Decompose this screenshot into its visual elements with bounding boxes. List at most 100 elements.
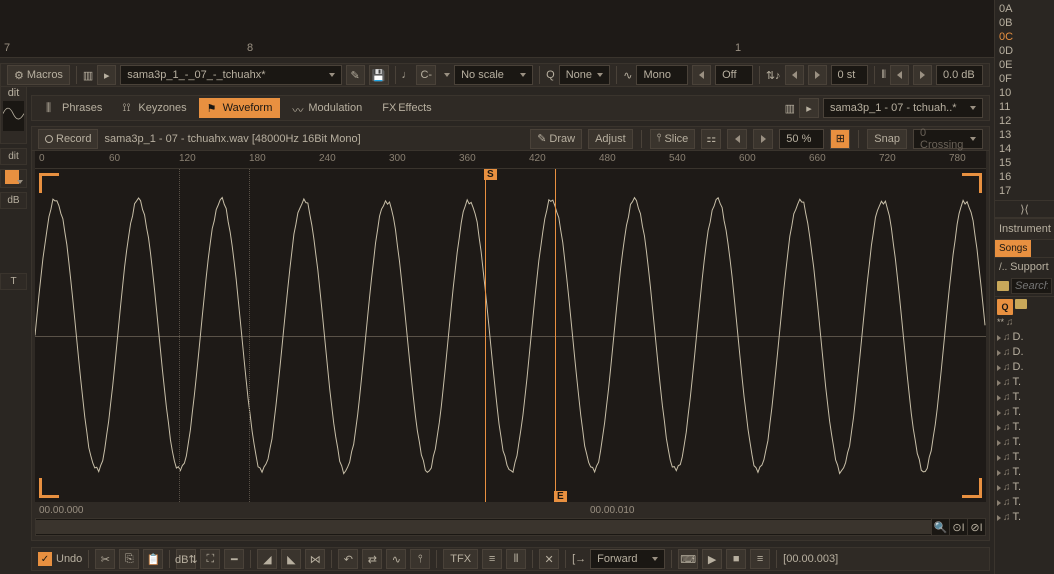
slot-16[interactable]: 16 xyxy=(999,170,1050,184)
zoom-reset-button[interactable]: ⊘I xyxy=(967,519,985,535)
channel-selector[interactable]: Mono xyxy=(636,65,688,85)
slot-15[interactable]: 15 xyxy=(999,156,1050,170)
songs-tab[interactable]: Songs xyxy=(995,240,1031,257)
vol-up-button[interactable] xyxy=(913,65,932,85)
t-button[interactable]: T xyxy=(0,273,27,290)
tfx-button[interactable]: TFX xyxy=(443,549,478,569)
slice-button[interactable]: ⫯Slice xyxy=(650,129,696,149)
pattern-timeline[interactable]: 781 xyxy=(0,0,1054,58)
prev-button[interactable]: ≡ xyxy=(750,549,770,569)
horizontal-scrollbar[interactable]: 🔍 ⊙I ⊘I xyxy=(35,518,986,536)
loop-back-button[interactable]: ↶ xyxy=(338,549,358,569)
collapse-icon[interactable]: ⟩⟨ xyxy=(995,200,1054,218)
normalize-button[interactable]: dB⇅ xyxy=(176,549,196,569)
vol-down-button[interactable] xyxy=(890,65,909,85)
slot-0E[interactable]: 0E xyxy=(999,58,1050,72)
tree-item[interactable]: ♫D. xyxy=(997,360,1052,375)
zoom-out-button[interactable] xyxy=(727,129,747,149)
orange-dropdown[interactable] xyxy=(0,169,27,188)
tree-item[interactable]: ♫T. xyxy=(997,390,1052,405)
slot-0F[interactable]: 0F xyxy=(999,72,1050,86)
snap-button[interactable]: Snap xyxy=(867,129,907,149)
slot-0D[interactable]: 0D xyxy=(999,44,1050,58)
tree-item[interactable]: ♫T. xyxy=(997,405,1052,420)
tree-item[interactable]: ♫T. xyxy=(997,510,1052,525)
slot-0C[interactable]: 0C xyxy=(999,30,1050,44)
slot-11[interactable]: 11 xyxy=(999,100,1050,114)
zoom-search-icon[interactable]: 🔍 xyxy=(931,519,949,535)
play-button[interactable]: ▶ xyxy=(702,549,722,569)
slot-12[interactable]: 12 xyxy=(999,114,1050,128)
macros-button[interactable]: ⚙ Macros xyxy=(7,65,70,85)
quantize-selector[interactable]: None xyxy=(559,65,611,85)
search-input[interactable] xyxy=(1011,278,1052,294)
tree-item[interactable]: ♫T. xyxy=(997,420,1052,435)
zoom-fit-button[interactable]: ⊙I xyxy=(949,519,967,535)
transpose-up-button[interactable] xyxy=(808,65,827,85)
dc-button[interactable]: ⫯ xyxy=(410,549,430,569)
fade-in-button[interactable]: ◢ xyxy=(257,549,277,569)
slot-13[interactable]: 13 xyxy=(999,128,1050,142)
tree-item[interactable]: ♫T. xyxy=(997,450,1052,465)
tab-effects[interactable]: FXEffects xyxy=(374,98,439,118)
reverse-button[interactable]: ⇄ xyxy=(362,549,382,569)
start-marker[interactable]: S xyxy=(485,169,486,502)
tree-item[interactable]: ♫T. xyxy=(997,480,1052,495)
trim-button[interactable]: ━ xyxy=(224,549,244,569)
tree-item[interactable]: ♫T. xyxy=(997,465,1052,480)
save-icon[interactable]: 💾 xyxy=(369,65,389,85)
tab-modulation[interactable]: 〰Modulation xyxy=(284,98,370,118)
instrument-slots[interactable]: 0A0B0C0D0E0F1011121314151617 xyxy=(995,0,1054,200)
tree-item[interactable]: ♫T. xyxy=(997,435,1052,450)
file-tree[interactable]: ♫D.♫D.♫D.♫T.♫T.♫T.♫T.♫T.♫T.♫T.♫T.♫T.♫T. xyxy=(995,328,1054,527)
fx2-button[interactable]: ⫴ xyxy=(506,549,526,569)
volume-value[interactable]: 0.0 dB xyxy=(936,65,983,85)
sample-selector[interactable]: sama3p_1_-_07_-_tchuahx* xyxy=(120,65,341,85)
slot-0A[interactable]: 0A xyxy=(999,2,1050,16)
fade-out-button[interactable]: ◣ xyxy=(281,549,301,569)
smooth-button[interactable]: ∿ xyxy=(386,549,406,569)
slot-0B[interactable]: 0B xyxy=(999,16,1050,30)
paste-button[interactable]: 📋 xyxy=(143,549,163,569)
tree-item[interactable]: ♫T. xyxy=(997,375,1052,390)
transpose-down-button[interactable] xyxy=(785,65,804,85)
sample-ruler[interactable]: 060120180240300360420480540600660720780 xyxy=(35,151,986,169)
search-go-button[interactable]: Q xyxy=(997,299,1013,315)
tree-item[interactable]: ♫T. xyxy=(997,495,1052,510)
tab-waveform[interactable]: ⚑Waveform xyxy=(199,98,281,118)
sample-selector-2[interactable]: sama3p_1 - 07 - tchuah..* xyxy=(823,98,983,118)
draw-button[interactable]: ✎Draw xyxy=(530,129,582,149)
tab-keyzones[interactable]: ⟟⟟Keyzones xyxy=(114,98,194,118)
orange-toggle[interactable]: ⊞ xyxy=(830,129,850,149)
cut-button[interactable]: ✂ xyxy=(95,549,115,569)
crossfade-button[interactable]: ⋈ xyxy=(305,549,325,569)
prev-channel-button[interactable] xyxy=(692,65,711,85)
record-button[interactable]: Record xyxy=(38,129,98,149)
copy-button[interactable]: ⎘ xyxy=(119,549,139,569)
adjust-button[interactable]: Adjust xyxy=(588,129,633,149)
loop-mode-selector[interactable]: Forward xyxy=(590,549,665,569)
edit-icon[interactable]: ✎ xyxy=(346,65,365,85)
slot-10[interactable]: 10 xyxy=(999,86,1050,100)
fullscreen-button[interactable]: ⛶ xyxy=(200,549,220,569)
tab-phrases[interactable]: ⫼Phrases xyxy=(38,98,110,118)
zoom-in-button[interactable] xyxy=(753,129,773,149)
shuffle-button[interactable]: ✕ xyxy=(539,549,559,569)
zoom-value[interactable]: 50 % xyxy=(779,129,824,149)
power-toggle[interactable]: Off xyxy=(715,65,753,85)
transpose-value[interactable]: 0 st xyxy=(831,65,869,85)
waveform-display[interactable]: 060120180240300360420480540600660720780 … xyxy=(35,151,986,502)
play-nav-button[interactable]: ▸ xyxy=(97,65,116,85)
snap-mode-selector[interactable]: 0 Crossing xyxy=(913,129,983,149)
slot-14[interactable]: 14 xyxy=(999,142,1050,156)
end-marker[interactable]: E xyxy=(555,169,556,502)
tree-item[interactable]: ♫D. xyxy=(997,330,1052,345)
slot-17[interactable]: 17 xyxy=(999,184,1050,198)
scale-selector[interactable]: No scale xyxy=(454,65,533,85)
support-link[interactable]: /.. Support xyxy=(995,258,1054,276)
nav-play-button[interactable]: ▸ xyxy=(799,98,819,118)
slice-settings-button[interactable]: ⚏ xyxy=(701,129,721,149)
tree-item[interactable]: ♫D. xyxy=(997,345,1052,360)
fx1-button[interactable]: ≡ xyxy=(482,549,502,569)
piano-button[interactable]: ⌨ xyxy=(678,549,698,569)
